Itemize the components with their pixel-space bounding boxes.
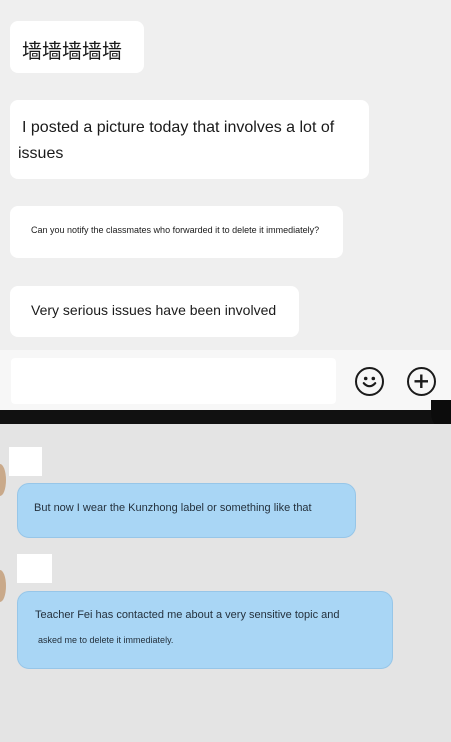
message-text: Can you notify the classmates who forwar… (31, 225, 320, 235)
message-bubble[interactable]: Teacher Fei has contacted me about a ver… (17, 591, 393, 669)
message-bubble[interactable]: I posted a picture today that involves a… (10, 100, 369, 179)
message-text-line: asked me to delete it immediately. (38, 635, 174, 645)
bottom-chat-screenshot: But now I wear the Kunzhong label or som… (0, 424, 451, 742)
message-bubble[interactable]: Can you notify the classmates who forwar… (10, 206, 343, 258)
redacted-name (9, 447, 42, 476)
message-bubble[interactable]: Very serious issues have been involved (10, 286, 299, 337)
avatar[interactable] (0, 570, 6, 602)
message-text: Very serious issues have been involved (31, 302, 277, 318)
top-chat-screenshot: 墙墙墙墙墙 I posted a picture today that invo… (0, 0, 451, 410)
message-input[interactable] (11, 358, 336, 404)
screenshot-divider (0, 410, 451, 424)
redacted-name (17, 554, 52, 583)
message-text: But now I wear the Kunzhong label or som… (34, 502, 312, 514)
message-bubble[interactable]: 墙墙墙墙墙 (10, 21, 144, 73)
message-text: I posted a picture today that involves a… (18, 119, 335, 162)
message-bubble[interactable]: But now I wear the Kunzhong label or som… (17, 483, 356, 538)
avatar[interactable] (0, 464, 6, 496)
message-text-line: Teacher Fei has contacted me about a ver… (35, 609, 340, 621)
plus-circle-icon[interactable] (407, 367, 436, 396)
message-input-bar (0, 350, 451, 410)
message-text: 墙墙墙墙墙 (22, 39, 122, 63)
smiley-face-icon[interactable] (355, 367, 384, 396)
